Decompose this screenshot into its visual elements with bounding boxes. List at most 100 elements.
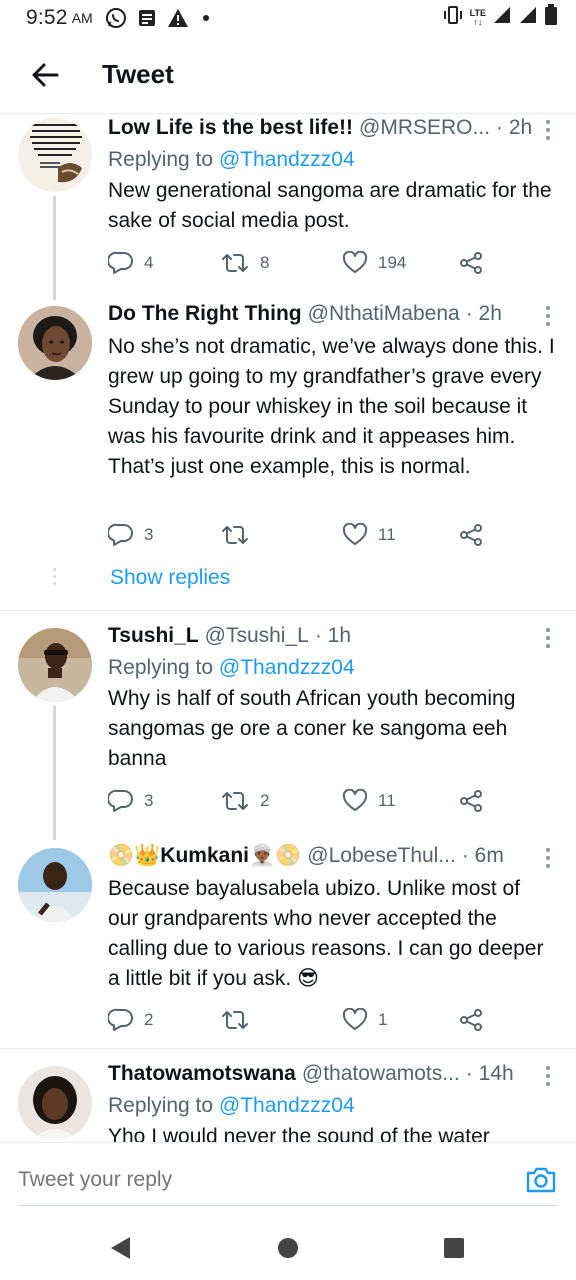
- share-button[interactable]: [458, 789, 484, 813]
- reply-button[interactable]: 3: [108, 523, 153, 547]
- share-button[interactable]: [458, 523, 484, 547]
- reply-button[interactable]: 4: [108, 251, 153, 275]
- reply-icon: [108, 1008, 133, 1031]
- reply-button[interactable]: 3: [108, 789, 153, 813]
- avatar[interactable]: [18, 306, 92, 380]
- nav-home-button[interactable]: [272, 1232, 304, 1264]
- like-button[interactable]: 11: [342, 789, 396, 813]
- reply-composer: [0, 1142, 576, 1216]
- retweet-icon: [222, 254, 248, 272]
- retweet-button[interactable]: [220, 523, 250, 547]
- avatar[interactable]: [18, 628, 92, 702]
- nav-back-icon: [111, 1237, 130, 1259]
- tweet-body: Low Life is the best life!! @MRSERO... ·…: [108, 116, 556, 236]
- author-name[interactable]: 📀👑Kumkani👳🏾‍♂️📀: [108, 844, 301, 868]
- like-icon: [342, 1008, 368, 1030]
- more-icon[interactable]: [540, 1064, 556, 1088]
- tweet-time: · 1h: [314, 624, 352, 647]
- more-icon[interactable]: [540, 626, 556, 650]
- tweet-actions: 4 8 194: [108, 248, 488, 278]
- replies-feed[interactable]: Low Life is the best life!! @MRSERO... ·…: [0, 114, 576, 1142]
- author-name[interactable]: Low Life is the best life!!: [108, 116, 353, 140]
- tweet-4[interactable]: 📀👑Kumkani👳🏾‍♂️📀 @LobeseThul... · 6m Beca…: [0, 840, 576, 1046]
- author-name[interactable]: Tsushi_L: [108, 624, 199, 648]
- like-icon: [342, 251, 368, 273]
- tweet-text: Because bayalusabela ubizo. Unlike most …: [108, 877, 544, 990]
- tweet-text: Why is half of south African youth becom…: [108, 687, 516, 770]
- author-handle[interactable]: @MRSERO...: [359, 116, 490, 140]
- status-bar: 9:52 AM LTE ↑↓: [0, 0, 576, 36]
- show-replies-link[interactable]: Show replies: [110, 566, 230, 590]
- share-button[interactable]: [458, 251, 484, 275]
- signal-icon-2: [518, 5, 538, 31]
- status-ampm: AM: [71, 10, 93, 26]
- replying-to-link[interactable]: @Thandzzz04: [219, 656, 355, 679]
- reply-button[interactable]: 2: [108, 1008, 153, 1032]
- status-time: 9:52: [26, 6, 68, 29]
- message-icon: [137, 8, 157, 28]
- alert-icon: [167, 8, 189, 28]
- share-button[interactable]: [458, 1008, 484, 1032]
- tweet-text: New generational sangoma are dramatic fo…: [108, 179, 552, 232]
- retweet-icon: [222, 526, 248, 544]
- author-handle[interactable]: @Tsushi_L: [205, 624, 309, 648]
- like-button[interactable]: 1: [342, 1008, 387, 1032]
- retweet-button[interactable]: [220, 1008, 250, 1032]
- retweet-button[interactable]: 2: [220, 789, 269, 813]
- replying-to-link[interactable]: @Thandzzz04: [219, 1094, 355, 1117]
- reply-input[interactable]: [18, 1163, 498, 1197]
- reply-count: 3: [144, 525, 154, 544]
- tweet-time: · 6m: [461, 844, 504, 867]
- author-handle[interactable]: @LobeseThul...: [307, 844, 456, 868]
- whatsapp-icon: [105, 7, 127, 29]
- tweet-time: · 14h: [465, 1062, 514, 1085]
- tweet-1[interactable]: Low Life is the best life!! @MRSERO... ·…: [0, 114, 576, 300]
- replying-to-link[interactable]: @Thandzzz04: [219, 148, 355, 171]
- lte-label: LTE ↑↓: [469, 8, 486, 27]
- tweet-body: Do The Right Thing @NthatiMabena · 2h No…: [108, 302, 556, 482]
- avatar[interactable]: [18, 1066, 92, 1140]
- more-icon[interactable]: [540, 846, 556, 870]
- retweet-count: 8: [260, 253, 270, 272]
- more-icon[interactable]: [540, 118, 556, 142]
- thread-line: [53, 706, 56, 840]
- like-icon: [342, 523, 368, 545]
- more-icon[interactable]: [540, 304, 556, 328]
- share-icon: [460, 790, 482, 812]
- divider: [0, 1048, 576, 1049]
- camera-button[interactable]: [524, 1163, 558, 1197]
- tweet-time: · 2h: [465, 302, 502, 325]
- like-icon: [342, 789, 368, 811]
- reply-count: 4: [144, 253, 154, 272]
- nav-recents-icon: [444, 1238, 464, 1258]
- nav-recents-button[interactable]: [438, 1232, 470, 1264]
- like-button[interactable]: 11: [342, 523, 396, 547]
- tweet-5[interactable]: Thatowamotswana @thatowamots... · 14h Re…: [0, 1060, 576, 1142]
- author-handle[interactable]: @thatowamots...: [302, 1062, 460, 1086]
- tweet-actions: 3 11: [108, 520, 488, 550]
- thread-line: [53, 196, 56, 300]
- tweet-2[interactable]: Do The Right Thing @NthatiMabena · 2h No…: [0, 300, 576, 610]
- avatar[interactable]: [18, 118, 92, 192]
- like-button[interactable]: 194: [342, 251, 406, 275]
- nav-back-button[interactable]: [104, 1232, 136, 1264]
- author-name[interactable]: Do The Right Thing: [108, 302, 302, 326]
- like-count: 194: [378, 253, 407, 272]
- page-title: Tweet: [102, 59, 174, 89]
- share-icon: [460, 252, 482, 274]
- tweet-3[interactable]: Tsushi_L @Tsushi_L · 1h Replying to @Tha…: [0, 622, 576, 840]
- vibrate-icon: [442, 5, 464, 31]
- reply-icon: [108, 251, 133, 274]
- author-handle[interactable]: @NthatiMabena: [308, 302, 460, 326]
- retweet-button[interactable]: 8: [220, 251, 269, 275]
- back-arrow-icon: [32, 63, 59, 86]
- tweet-text: Yho I would never the sound of the water: [108, 1125, 490, 1142]
- reply-count: 2: [144, 1010, 154, 1029]
- like-count: 11: [378, 525, 396, 544]
- replying-to: Replying to @Thandzzz04: [108, 1094, 355, 1117]
- tweet-actions: 3 2 11: [108, 786, 488, 816]
- back-button[interactable]: [0, 36, 90, 114]
- replying-to: Replying to @Thandzzz04: [108, 148, 355, 171]
- author-name[interactable]: Thatowamotswana: [108, 1062, 296, 1086]
- avatar[interactable]: [18, 848, 92, 922]
